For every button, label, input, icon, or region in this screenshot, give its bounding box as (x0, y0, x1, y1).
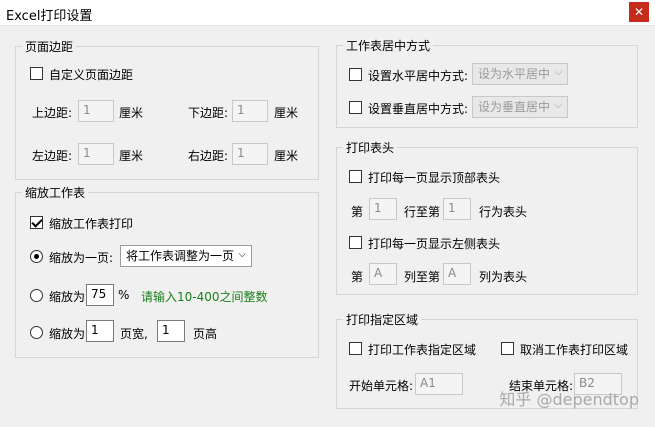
print-area-label: 打印工作表指定区域 (368, 343, 477, 357)
custom-margins-label: 自定义页面边距 (49, 68, 134, 82)
col-from-label: 第 (351, 270, 364, 284)
cancel-print-area-checkbox[interactable] (501, 342, 514, 355)
close-button[interactable]: ✕ (629, 2, 649, 22)
row-from-label: 第 (351, 205, 364, 219)
scale-pages-label: 缩放为 (49, 327, 86, 341)
repeat-top-rows-label: 打印每一页显示顶部表头 (368, 171, 501, 185)
enable-scaling-label: 缩放工作表打印 (49, 217, 134, 231)
left-margin-label: 左边距: (32, 149, 73, 163)
repeat-top-rows-checkbox[interactable] (349, 170, 362, 183)
vertical-center-label: 设置垂直居中方式: (368, 102, 469, 116)
top-margin-input[interactable]: 1 (78, 100, 114, 122)
scale-percent-radio[interactable] (30, 289, 43, 302)
horizontal-center-select-value: 设为水平居中 (478, 67, 551, 81)
enable-scaling-checkbox[interactable] (30, 216, 43, 229)
bottom-margin-input[interactable]: 1 (232, 100, 268, 122)
horizontal-center-label: 设置水平居中方式: (368, 69, 469, 83)
print-area-group-title: 打印指定区域 (343, 311, 422, 328)
repeat-left-cols-label: 打印每一页显示左侧表头 (368, 237, 501, 251)
bottom-margin-unit: 厘米 (274, 106, 299, 120)
cancel-print-area-label: 取消工作表打印区域 (520, 343, 629, 357)
scaling-group: 缩放工作表 缩放工作表打印 缩放为一页: 将工作表调整为一页 ⌵ 缩放为 75 … (15, 184, 319, 358)
title-bar: Excel打印设置 ✕ (0, 0, 655, 26)
row-to-input[interactable]: 1 (443, 198, 471, 220)
scale-percent-unit: % (118, 288, 130, 302)
fit-one-page-label: 缩放为一页: (49, 251, 114, 265)
start-cell-input[interactable]: A1 (415, 373, 463, 395)
chevron-down-icon: ⌵ (554, 100, 562, 111)
col-suffix-label: 列为表头 (479, 270, 528, 284)
fit-one-page-select-value: 将工作表调整为一页 (126, 249, 235, 263)
horizontal-center-checkbox[interactable] (349, 68, 362, 81)
right-margin-label: 右边距: (188, 149, 229, 163)
top-margin-label: 上边距: (32, 106, 73, 120)
headers-group-title: 打印表头 (343, 139, 398, 156)
scale-percent-hint: 请输入10-400之间整数 (141, 290, 268, 304)
margins-group-title: 页面边距 (22, 38, 77, 55)
vertical-center-checkbox[interactable] (349, 101, 362, 114)
start-cell-label: 开始单元格: (349, 379, 414, 393)
col-from-input[interactable]: A (369, 263, 397, 285)
margins-group: 页面边距 自定义页面边距 上边距: 1 厘米 下边距: 1 厘米 左边距: 1 … (15, 38, 319, 180)
left-margin-unit: 厘米 (119, 149, 144, 163)
watermark: 知乎 @dependtop (499, 390, 639, 409)
pages-wide-input[interactable]: 1 (86, 320, 114, 342)
pages-wide-unit: 页宽, (120, 327, 148, 341)
chevron-down-icon: ⌵ (238, 249, 246, 260)
scale-percent-label: 缩放为 (49, 290, 86, 304)
col-to-input[interactable]: A (443, 263, 471, 285)
headers-group: 打印表头 打印每一页显示顶部表头 第 1 行至第 1 行为表头 打印每一页显示左… (336, 139, 638, 295)
print-area-checkbox[interactable] (349, 342, 362, 355)
custom-margins-checkbox[interactable] (30, 67, 43, 80)
row-from-input[interactable]: 1 (369, 198, 397, 220)
fit-one-page-radio[interactable] (30, 250, 43, 263)
right-margin-input[interactable]: 1 (232, 143, 268, 165)
row-to-label: 行至第 (404, 205, 441, 219)
pages-tall-input[interactable]: 1 (157, 320, 185, 342)
col-to-label: 列至第 (404, 270, 441, 284)
row-suffix-label: 行为表头 (479, 205, 528, 219)
centering-group-title: 工作表居中方式 (343, 37, 434, 54)
bottom-margin-label: 下边距: (188, 106, 229, 120)
vertical-center-select-value: 设为垂直居中 (478, 100, 551, 114)
pages-tall-unit: 页高 (193, 327, 218, 341)
scale-pages-radio[interactable] (30, 326, 43, 339)
chevron-down-icon: ⌵ (554, 67, 562, 78)
right-margin-unit: 厘米 (274, 149, 299, 163)
left-margin-input[interactable]: 1 (78, 143, 114, 165)
vertical-center-select[interactable]: 设为垂直居中 ⌵ (472, 96, 568, 118)
horizontal-center-select[interactable]: 设为水平居中 ⌵ (472, 63, 568, 85)
top-margin-unit: 厘米 (119, 106, 144, 120)
repeat-left-cols-checkbox[interactable] (349, 236, 362, 249)
scale-percent-input[interactable]: 75 (86, 284, 114, 306)
window-title: Excel打印设置 (6, 9, 93, 24)
fit-one-page-select[interactable]: 将工作表调整为一页 ⌵ (120, 245, 252, 267)
centering-group: 工作表居中方式 设置水平居中方式: 设为水平居中 ⌵ 设置垂直居中方式: 设为垂… (336, 37, 638, 128)
scaling-group-title: 缩放工作表 (22, 184, 89, 201)
